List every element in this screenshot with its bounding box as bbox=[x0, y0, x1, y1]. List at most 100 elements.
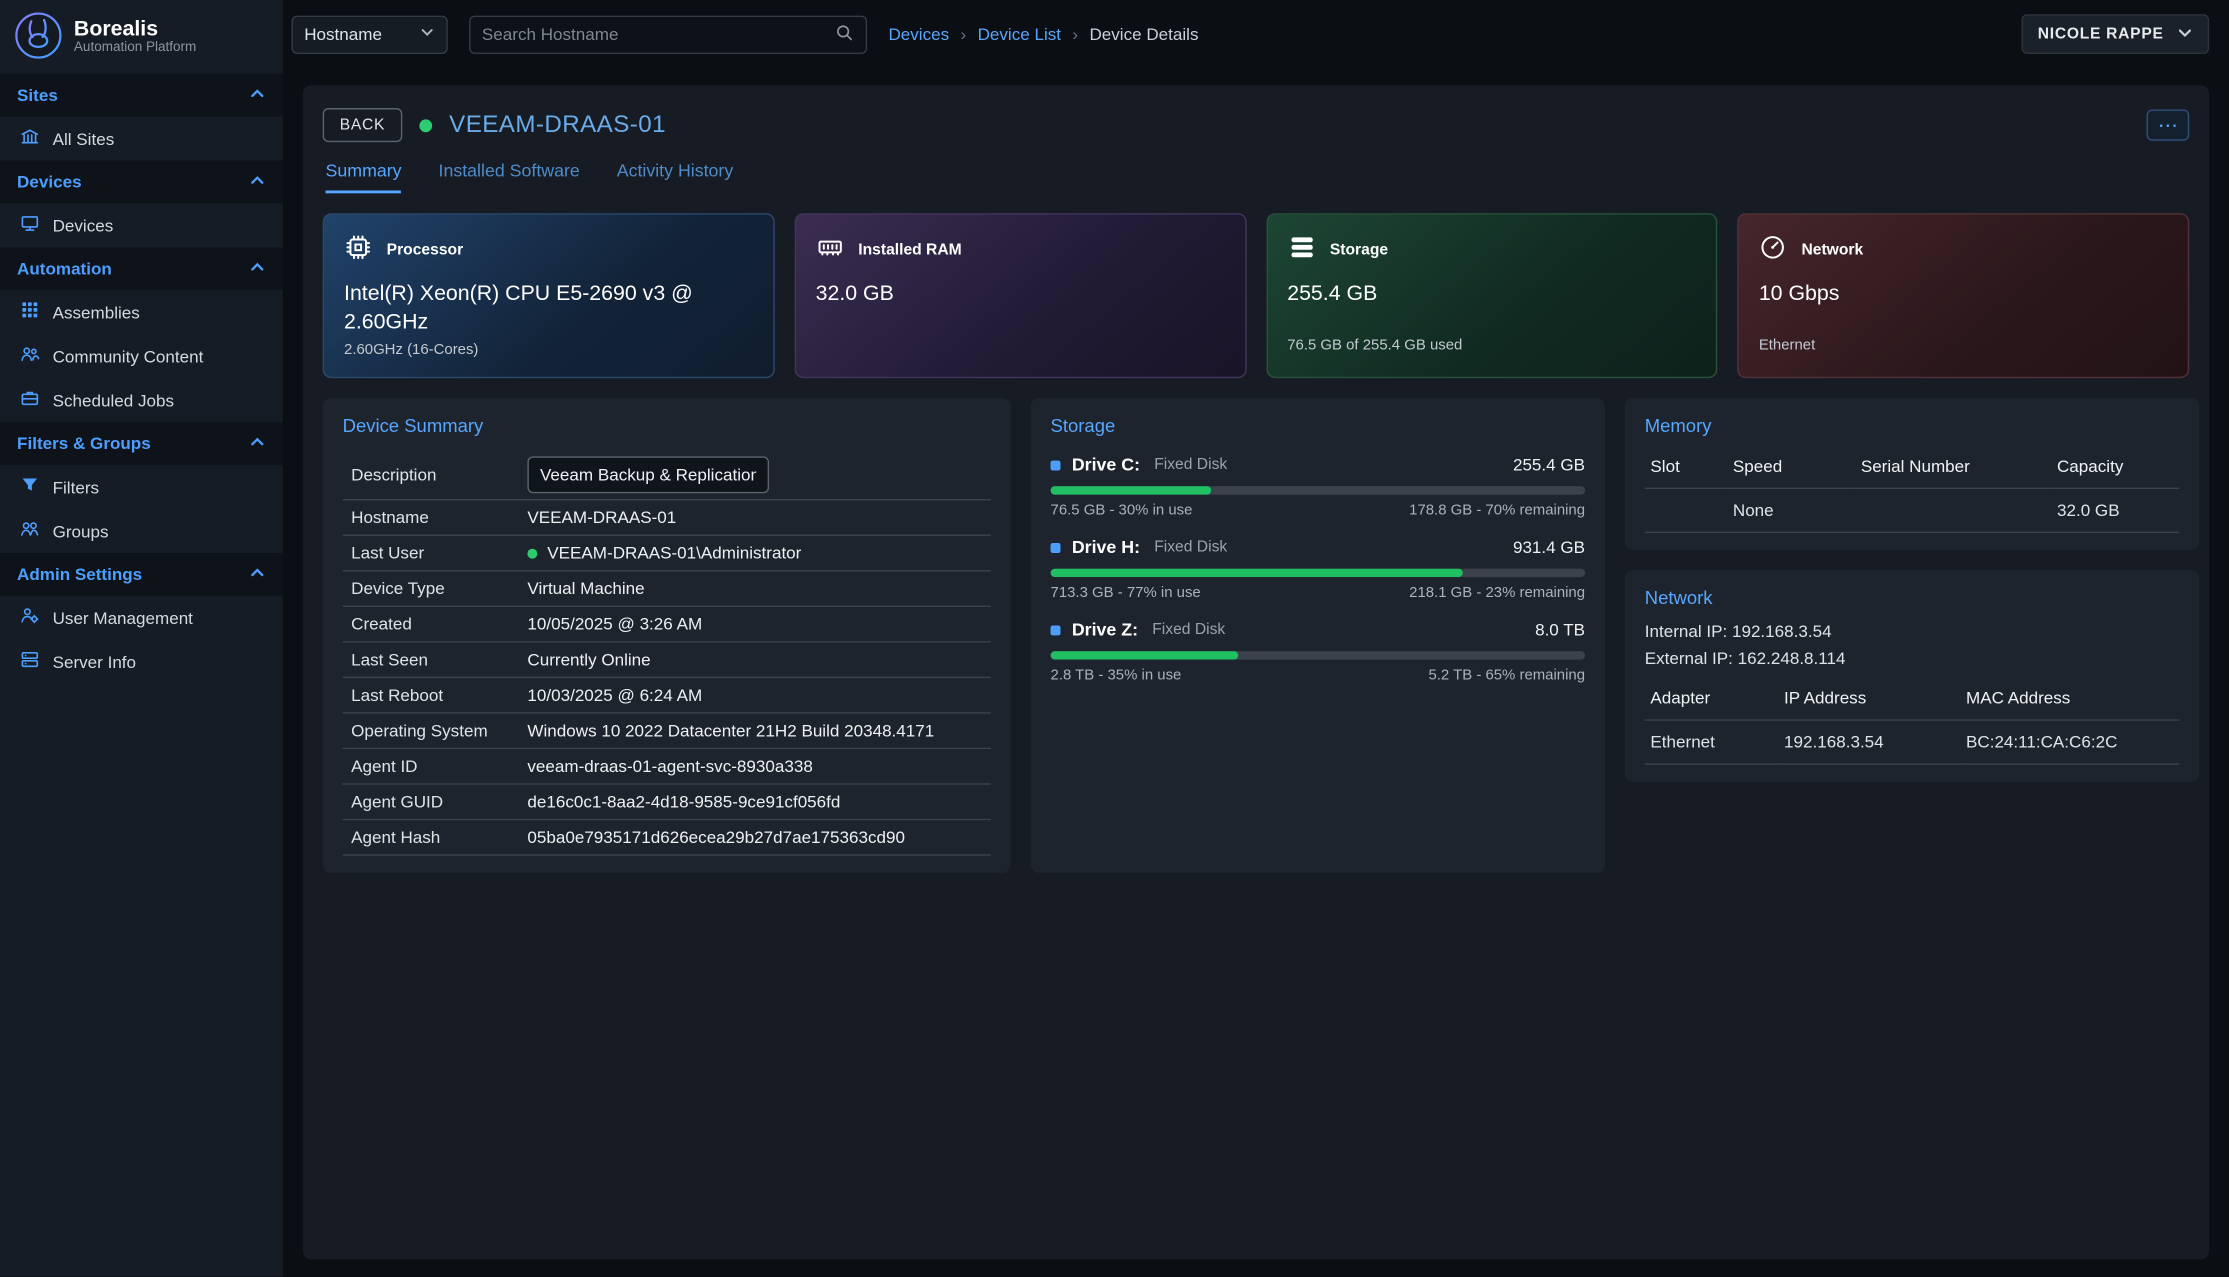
section-label: Filters & Groups bbox=[17, 434, 151, 454]
breadcrumb-separator: › bbox=[1072, 24, 1078, 44]
ram-card: Installed RAM 32.0 GB bbox=[794, 213, 1246, 378]
brand-subtitle: Automation Platform bbox=[74, 41, 196, 57]
sidebar-section-devices[interactable]: Devices bbox=[0, 161, 283, 204]
drive-usage-bar bbox=[1051, 569, 1586, 578]
drive-bullet-icon bbox=[1051, 460, 1061, 470]
breadcrumb: Devices › Device List › Device Details bbox=[888, 24, 1198, 44]
borealis-logo-icon bbox=[14, 11, 62, 64]
drive-remaining-text: 178.8 GB - 70% remaining bbox=[1409, 502, 1585, 519]
card-label: Installed RAM bbox=[858, 241, 961, 258]
more-actions-button[interactable]: ⋯ bbox=[2147, 109, 2190, 140]
card-label: Network bbox=[1801, 241, 1863, 258]
sidebar-section-automation[interactable]: Automation bbox=[0, 247, 283, 290]
sidebar-section-sites[interactable]: Sites bbox=[0, 74, 283, 117]
sidebar-item-server-info[interactable]: Server Info bbox=[0, 640, 283, 684]
sidebar-item-devices[interactable]: Devices bbox=[0, 203, 283, 247]
sidebar-item-label: All Sites bbox=[53, 129, 115, 149]
summary-row-agent-id: Agent ID veeam-draas-01-agent-svc-8930a3… bbox=[343, 749, 991, 785]
breadcrumb-devices[interactable]: Devices bbox=[888, 24, 949, 44]
summary-row-last-reboot: Last Reboot 10/03/2025 @ 6:24 AM bbox=[343, 678, 991, 714]
network-value: 10 Gbps bbox=[1759, 280, 2168, 309]
network-footer: Ethernet bbox=[1759, 337, 2168, 354]
sidebar-item-all-sites[interactable]: All Sites bbox=[0, 117, 283, 161]
hostname-filter-value: Hostname bbox=[304, 24, 382, 44]
chevron-up-icon bbox=[249, 171, 266, 192]
sidebar-item-community-content[interactable]: Community Content bbox=[0, 334, 283, 378]
summary-row-hostname: Hostname VEEAM-DRAAS-01 bbox=[343, 500, 991, 536]
back-button[interactable]: BACK bbox=[323, 108, 403, 142]
memory-cell-speed: None bbox=[1727, 488, 1855, 532]
drive-bullet-icon bbox=[1051, 625, 1061, 635]
chevron-up-icon bbox=[249, 258, 266, 279]
main-area: Hostname Devices › Device List › Device … bbox=[283, 0, 2229, 1277]
tab-activity-history[interactable]: Activity History bbox=[617, 161, 734, 194]
sidebar-item-label: Devices bbox=[53, 215, 114, 235]
sidebar-item-filters[interactable]: Filters bbox=[0, 465, 283, 509]
disk-stack-icon bbox=[1287, 233, 1315, 266]
sidebar-section-admin-settings[interactable]: Admin Settings bbox=[0, 553, 283, 596]
sidebar-item-label: Server Info bbox=[53, 652, 136, 672]
page-title: VEEAM-DRAAS-01 bbox=[449, 111, 666, 139]
sidebar-item-user-management[interactable]: User Management bbox=[0, 596, 283, 640]
network-row: Ethernet 192.168.3.54 BC:24:11:CA:C6:2C bbox=[1645, 720, 2180, 764]
detail-panels: Device Summary Description Hostname VEEA… bbox=[323, 398, 2190, 873]
summary-row-device-type: Device Type Virtual Machine bbox=[343, 571, 991, 607]
page-header: BACK VEEAM-DRAAS-01 ⋯ bbox=[323, 104, 2190, 147]
drive-c: Drive C: Fixed Disk 255.4 GB 76.5 GB - 3… bbox=[1051, 455, 1586, 519]
breadcrumb-separator: › bbox=[961, 24, 967, 44]
user-menu-button[interactable]: NICOLE RAPPE bbox=[2022, 14, 2209, 54]
breadcrumb-device-list[interactable]: Device List bbox=[978, 24, 1061, 44]
panel-title: Storage bbox=[1051, 415, 1586, 436]
section-label: Automation bbox=[17, 259, 112, 279]
briefcase-icon bbox=[20, 388, 40, 412]
storage-card: Storage 255.4 GB 76.5 GB of 255.4 GB use… bbox=[1266, 213, 1718, 378]
drive-used-text: 2.8 TB - 35% in use bbox=[1051, 667, 1182, 684]
network-card: Network 10 Gbps Ethernet bbox=[1737, 213, 2189, 378]
sidebar-item-label: Community Content bbox=[53, 346, 204, 366]
network-col-ip: IP Address bbox=[1778, 681, 1960, 720]
card-label: Storage bbox=[1330, 241, 1388, 258]
sidebar-item-groups[interactable]: Groups bbox=[0, 509, 283, 553]
network-cell-mac: BC:24:11:CA:C6:2C bbox=[1960, 720, 2179, 764]
sidebar-section-filters-groups[interactable]: Filters & Groups bbox=[0, 422, 283, 465]
drive-used-text: 76.5 GB - 30% in use bbox=[1051, 502, 1193, 519]
card-label: Processor bbox=[387, 241, 463, 258]
description-input[interactable] bbox=[527, 456, 769, 493]
summary-row-description: Description bbox=[343, 449, 991, 500]
sidebar-item-label: Scheduled Jobs bbox=[53, 390, 174, 410]
summary-row-created: Created 10/05/2025 @ 3:26 AM bbox=[343, 607, 991, 643]
sidebar-item-assemblies[interactable]: Assemblies bbox=[0, 290, 283, 334]
user-gear-icon bbox=[20, 606, 40, 630]
sidebar-item-label: Groups bbox=[53, 521, 109, 541]
network-panel: Network Internal IP: 192.168.3.54 Extern… bbox=[1625, 570, 2199, 782]
processor-value: Intel(R) Xeon(R) CPU E5-2690 v3 @ 2.60GH… bbox=[344, 280, 753, 338]
drive-remaining-text: 218.1 GB - 23% remaining bbox=[1409, 584, 1585, 601]
tab-bar: Summary Installed Software Activity Hist… bbox=[323, 161, 2190, 194]
gauge-icon bbox=[1759, 233, 1787, 266]
online-status-dot bbox=[419, 119, 432, 132]
online-dot bbox=[527, 548, 537, 558]
memory-cell-slot bbox=[1645, 488, 1727, 532]
search-box bbox=[469, 15, 867, 53]
chevron-down-icon bbox=[2176, 23, 2193, 44]
network-cell-ip: 192.168.3.54 bbox=[1778, 720, 1960, 764]
memory-col-slot: Slot bbox=[1645, 449, 1727, 488]
sidebar-item-label: Assemblies bbox=[53, 302, 140, 322]
monitor-icon bbox=[20, 213, 40, 237]
tab-summary[interactable]: Summary bbox=[326, 161, 402, 194]
chevron-down-icon bbox=[419, 24, 435, 44]
device-summary-panel: Device Summary Description Hostname VEEA… bbox=[323, 398, 1011, 873]
tab-installed-software[interactable]: Installed Software bbox=[439, 161, 580, 194]
user-name: NICOLE RAPPE bbox=[2038, 26, 2164, 43]
search-icon[interactable] bbox=[834, 22, 854, 46]
memory-col-speed: Speed bbox=[1727, 449, 1855, 488]
app-window: Borealis Automation Platform Sites All S… bbox=[0, 0, 2229, 1277]
grid-icon bbox=[20, 300, 40, 324]
sidebar-item-scheduled-jobs[interactable]: Scheduled Jobs bbox=[0, 378, 283, 422]
search-input[interactable] bbox=[482, 24, 835, 44]
section-label: Sites bbox=[17, 85, 58, 105]
hostname-filter-select[interactable]: Hostname bbox=[291, 15, 447, 53]
storage-panel: Storage Drive C: Fixed Disk 255.4 GB 76.… bbox=[1031, 398, 1605, 873]
summary-row-agent-hash: Agent Hash 05ba0e7935171d626ecea29b27d7a… bbox=[343, 820, 991, 856]
memory-cell-capacity: 32.0 GB bbox=[2051, 488, 2179, 532]
